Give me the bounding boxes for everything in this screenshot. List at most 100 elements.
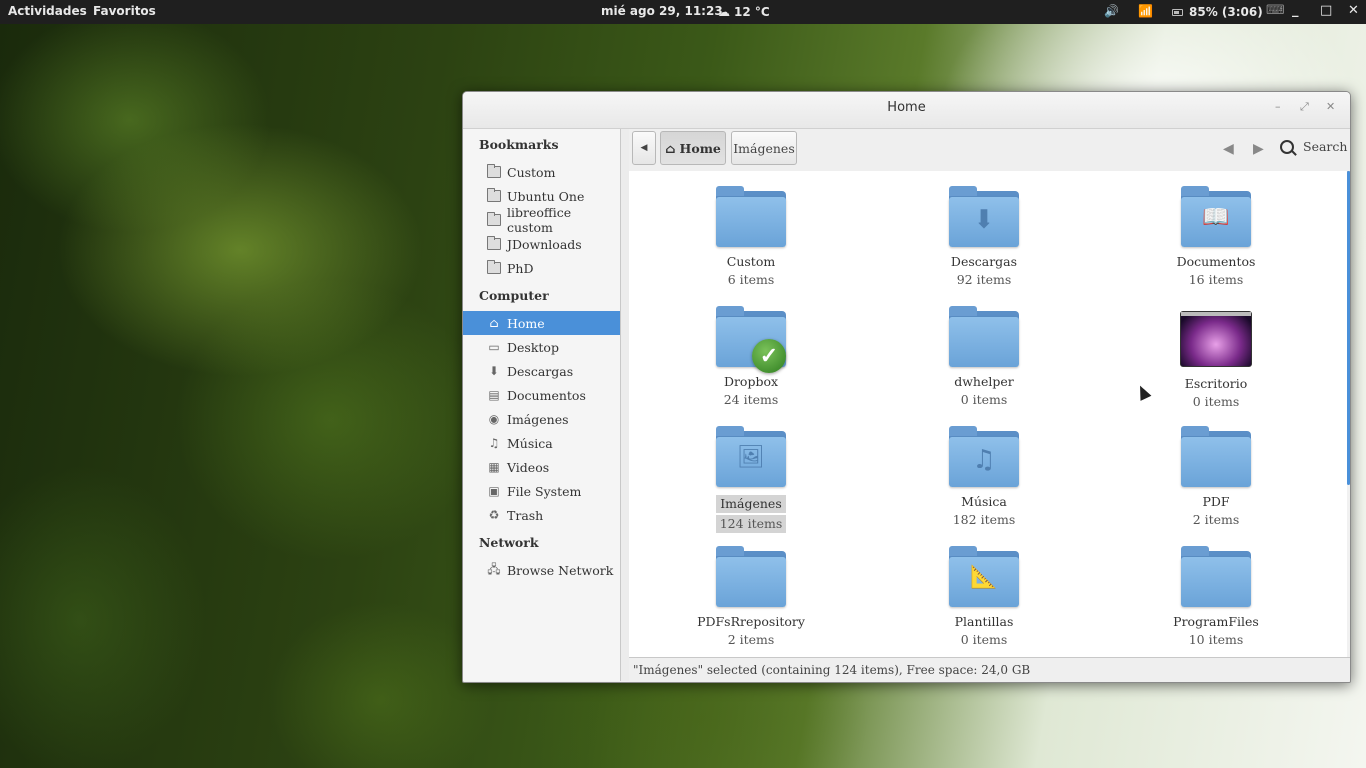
file-manager-window: Home – ⤢ ✕ Bookmarks Custom Ubuntu One l…: [462, 91, 1351, 683]
folder-icon: [487, 164, 501, 179]
sidebar-item-label: Home: [507, 315, 545, 331]
file-grid[interactable]: Custom 6 items ⬇ Descargas 92 items 📖 Do…: [629, 171, 1347, 657]
sidebar-item-videos[interactable]: ▦ Videos: [463, 455, 620, 479]
maximize-button[interactable]: ⤢: [1300, 100, 1309, 114]
item-count: 0 items: [960, 632, 1008, 647]
back-arrow-icon[interactable]: ◀: [1223, 141, 1234, 157]
sidebar-item-phd[interactable]: PhD: [463, 256, 620, 280]
item-count: 182 items: [952, 512, 1016, 527]
search-button[interactable]: Search: [1280, 139, 1347, 154]
folder-dropbox[interactable]: ✓ Dropbox 24 items: [676, 306, 826, 409]
search-label: Search: [1303, 139, 1348, 154]
item-count: 16 items: [1188, 272, 1244, 287]
close-button[interactable]: ✕: [1326, 100, 1335, 113]
minimize-button[interactable]: –: [1275, 100, 1281, 113]
sidebar-item-jdownloads[interactable]: JDownloads: [463, 232, 620, 256]
sidebar-item-documentos[interactable]: ▤ Documentos: [463, 383, 620, 407]
picture-folder-icon: 🖼: [716, 426, 786, 487]
folder-icon: [487, 236, 501, 251]
sidebar-item-imagenes[interactable]: ◉ Imágenes: [463, 407, 620, 431]
item-name: PDFsRrepository: [697, 614, 805, 629]
folder-pdfsrrepository[interactable]: PDFsRrepository 2 items: [676, 546, 826, 649]
folder-icon: ✓: [716, 306, 786, 373]
sidebar-item-desktop[interactable]: ▭ Desktop: [463, 335, 620, 359]
folder-pdf[interactable]: PDF 2 items: [1141, 426, 1291, 529]
volume-icon[interactable]: 🔊: [1104, 0, 1119, 24]
folder-programfiles[interactable]: ProgramFiles 10 items: [1141, 546, 1291, 649]
titlebar[interactable]: Home – ⤢ ✕: [463, 92, 1350, 129]
folder-dwhelper[interactable]: dwhelper 0 items: [909, 306, 1059, 409]
item-name: Música: [961, 494, 1007, 509]
clock[interactable]: mié ago 29, 11:23: [601, 0, 723, 24]
sidebar-item-label: Música: [507, 435, 553, 451]
sidebar-item-label: Custom: [507, 164, 556, 180]
sidebar-item-label: Browse Network: [507, 562, 614, 578]
battery-indicator[interactable]: 85% (3:06): [1172, 0, 1263, 24]
item-name: Escritorio: [1184, 376, 1248, 391]
item-name: Descargas: [950, 254, 1018, 269]
sidebar-item-libreoffice-custom[interactable]: libreoffice custom: [463, 205, 620, 235]
item-name: Dropbox: [723, 374, 779, 389]
weather-temp: 12 °C: [734, 4, 770, 19]
item-name: Documentos: [1176, 254, 1256, 269]
sidebar-item-label: Documentos: [507, 387, 586, 403]
path-back-arrow[interactable]: ◀: [632, 131, 656, 165]
status-bar: "Imágenes" selected (containing 124 item…: [629, 657, 1350, 682]
top-panel: Actividades Favoritos mié ago 29, 11:23 …: [0, 0, 1366, 24]
folder-icon: [1181, 546, 1251, 607]
sidebar-item-musica[interactable]: ♫ Música: [463, 431, 620, 455]
folder-icon: [487, 212, 501, 227]
sidebar-item-label: Descargas: [507, 363, 574, 379]
film-icon: ▦: [488, 460, 500, 474]
path-home-button[interactable]: ⌂ Home: [660, 131, 726, 165]
chevron-left-icon: ◀: [640, 143, 648, 153]
sidebar-item-browse-network[interactable]: 🖧 Browse Network: [463, 558, 620, 582]
sidebar-item-label: libreoffice custom: [507, 205, 572, 235]
wifi-icon[interactable]: 📶: [1138, 0, 1153, 24]
minimize-all-icon[interactable]: _: [1292, 0, 1299, 24]
music-icon: ♫: [488, 436, 500, 450]
item-count: 2 items: [727, 632, 775, 647]
camera-icon: ◉: [488, 412, 500, 426]
sidebar-item-descargas[interactable]: ⬇ Descargas: [463, 359, 620, 383]
activities-button[interactable]: Actividades: [8, 0, 87, 24]
folder-custom[interactable]: Custom 6 items: [676, 186, 826, 289]
path-home-label: Home: [679, 140, 721, 156]
sidebar-item-custom[interactable]: Custom: [463, 160, 620, 184]
item-count: 0 items: [1192, 394, 1240, 409]
folder-plantillas[interactable]: 📐 Plantillas 0 items: [909, 546, 1059, 649]
item-count: 24 items: [723, 392, 779, 407]
maximize-all-icon[interactable]: □: [1320, 0, 1332, 24]
network-heading: Network: [479, 535, 539, 550]
search-icon: [1280, 139, 1294, 154]
template-folder-icon: 📐: [949, 546, 1019, 607]
folder-musica[interactable]: ♫ Música 182 items: [909, 426, 1059, 529]
battery-icon: [1172, 8, 1183, 16]
folder-descargas[interactable]: ⬇ Descargas 92 items: [909, 186, 1059, 289]
item-count: 0 items: [960, 392, 1008, 407]
desktop-icon: ▭: [488, 340, 500, 354]
trash-icon: ♻: [488, 508, 500, 522]
close-all-icon[interactable]: ✕: [1348, 0, 1359, 24]
folder-icon: [1181, 426, 1251, 487]
keyboard-icon[interactable]: ⌨: [1266, 0, 1285, 24]
sidebar-item-home[interactable]: ⌂ Home: [463, 311, 620, 335]
folder-documentos[interactable]: 📖 Documentos 16 items: [1141, 186, 1291, 289]
folder-imagenes[interactable]: 🖼 Imágenes 124 items: [676, 426, 826, 533]
favorites-menu[interactable]: Favoritos: [93, 0, 156, 24]
path-imagenes-button[interactable]: Imágenes: [731, 131, 797, 165]
forward-arrow-icon[interactable]: ▶: [1253, 141, 1264, 157]
item-name: ProgramFiles: [1173, 614, 1259, 629]
item-count: 124 items: [715, 515, 787, 533]
sidebar-item-file-system[interactable]: ▣ File System: [463, 479, 620, 503]
weather-indicator[interactable]: ☁ 12 °C: [718, 0, 770, 24]
sidebar-item-trash[interactable]: ♻ Trash: [463, 503, 620, 527]
cloud-icon: ☁: [718, 4, 730, 19]
sidebar-item-label: Ubuntu One: [507, 188, 585, 204]
item-count: 10 items: [1188, 632, 1244, 647]
item-count: 92 items: [956, 272, 1012, 287]
scrollbar[interactable]: [1347, 171, 1350, 485]
folder-escritorio[interactable]: Escritorio 0 items: [1141, 311, 1291, 411]
folder-icon: [716, 546, 786, 607]
battery-text: 85% (3:06): [1189, 4, 1263, 19]
